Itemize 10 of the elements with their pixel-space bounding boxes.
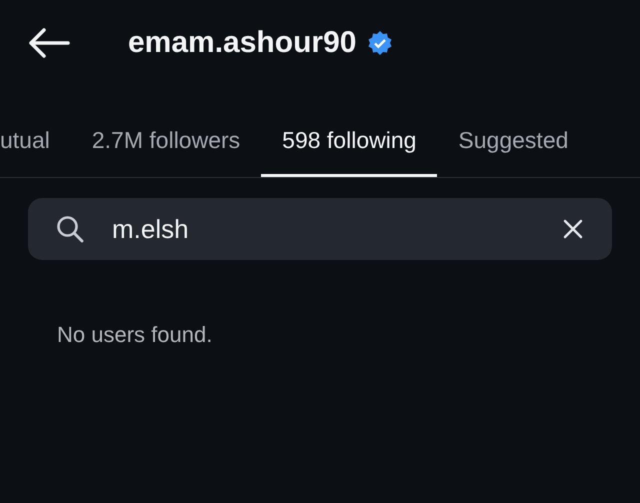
empty-message: No users found.: [57, 322, 214, 348]
profile-username: emam.ashour90: [128, 26, 356, 60]
tab[interactable]: Suggested: [437, 106, 590, 177]
search-icon: [56, 215, 84, 243]
tab[interactable]: 2.7M followers: [70, 106, 262, 177]
tab[interactable]: utual: [0, 106, 71, 177]
search-field[interactable]: m.elsh: [28, 198, 612, 260]
tab[interactable]: 598 following: [261, 106, 438, 177]
close-button[interactable]: [562, 218, 584, 240]
back-arrow-icon[interactable]: [28, 28, 70, 58]
